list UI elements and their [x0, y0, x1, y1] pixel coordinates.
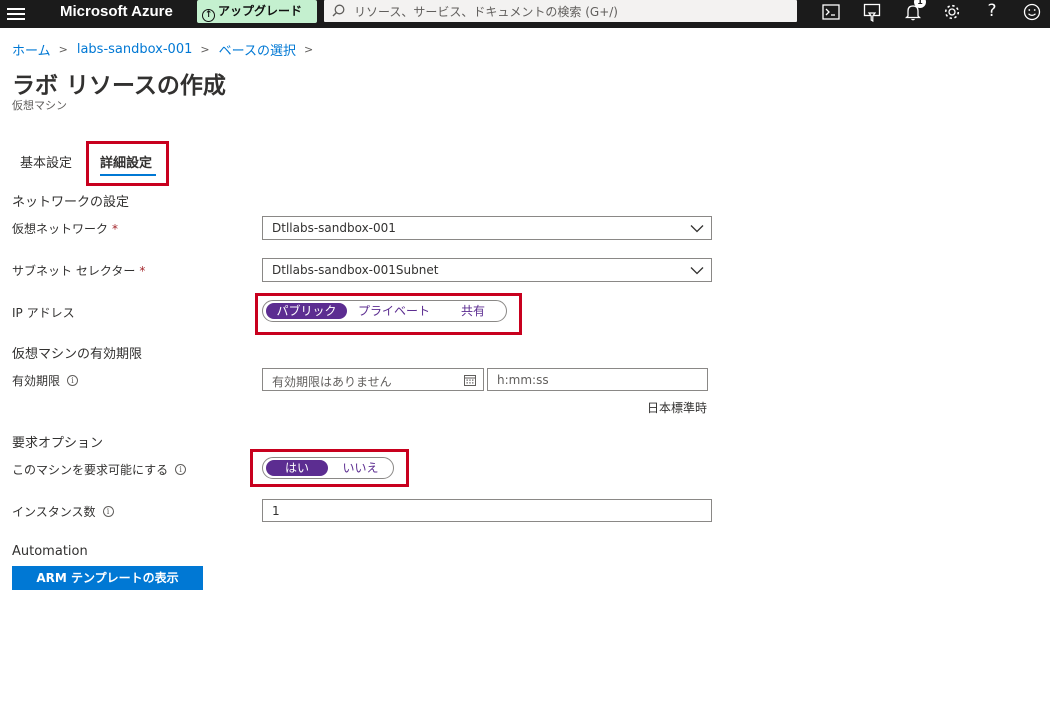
claim-section-title: 要求オプション [12, 436, 104, 451]
notifications-icon[interactable]: 1 [899, 0, 927, 28]
claimable-label-text: このマシンを要求可能にする [12, 463, 169, 477]
breadcrumb: ホーム > labs-sandbox-001 > ベースの選択 > [12, 40, 322, 59]
cloud-shell-icon[interactable] [817, 0, 845, 28]
subnet-value: Dtllabs-sandbox-001Subnet [272, 263, 439, 277]
upgrade-label: アップグレード [218, 4, 303, 18]
tab-basic-settings[interactable]: 基本設定 [20, 152, 72, 171]
calendar-icon[interactable] [464, 374, 476, 386]
expiration-section-title: 仮想マシンの有効期限 [12, 347, 143, 362]
top-bar: Microsoft Azure ↑ アップグレード リソース、サービス、ドキュメン… [0, 0, 1050, 28]
arrow-up-circle-icon: ↑ [202, 9, 215, 22]
timezone-label: 日本標準時 [647, 401, 708, 415]
highlight-box-claimable [250, 449, 409, 487]
subnet-label: サブネット セレクター * [12, 262, 145, 279]
brand-title[interactable]: Microsoft Azure [60, 3, 173, 20]
view-arm-template-button[interactable]: ARM テンプレートの表示 [12, 566, 203, 590]
expiration-date-placeholder: 有効期限はありません [272, 375, 392, 389]
info-icon[interactable]: i [67, 375, 79, 386]
expiration-date-input[interactable]: 有効期限はありません [262, 368, 484, 391]
network-section-title: ネットワークの設定 [12, 195, 130, 210]
chevron-right-icon: > [58, 43, 68, 56]
chevron-right-icon: > [303, 43, 314, 56]
expiration-label: 有効期限 i [12, 372, 79, 389]
breadcrumb-home[interactable]: ホーム [12, 40, 51, 59]
hamburger-menu-icon[interactable] [7, 5, 25, 23]
vnet-label: 仮想ネットワーク * [12, 220, 118, 237]
subnet-dropdown[interactable]: Dtllabs-sandbox-001Subnet [262, 258, 712, 282]
vnet-label-text: 仮想ネットワーク [12, 222, 109, 236]
vnet-dropdown[interactable]: Dtllabs-sandbox-001 [262, 216, 712, 240]
feedback-smiley-icon[interactable] [1018, 0, 1046, 28]
instance-count-input[interactable]: 1 [262, 499, 712, 522]
chevron-down-icon [690, 225, 704, 233]
chevron-down-icon [690, 267, 704, 275]
subnet-label-text: サブネット セレクター [12, 264, 136, 278]
page-subtitle: 仮想マシン [12, 99, 67, 112]
expiration-label-text: 有効期限 [12, 374, 61, 388]
info-icon[interactable]: i [102, 506, 114, 517]
instance-count-label-text: インスタンス数 [12, 505, 96, 519]
highlight-box-tab [86, 141, 169, 186]
help-icon[interactable]: ? [978, 0, 1006, 28]
instance-count-value: 1 [272, 504, 280, 518]
ip-address-label: IP アドレス [12, 306, 75, 320]
vnet-value: Dtllabs-sandbox-001 [272, 221, 396, 235]
search-icon [332, 4, 345, 17]
expiration-time-input[interactable]: h:mm:ss [487, 368, 708, 391]
instance-count-label: インスタンス数 i [12, 503, 114, 520]
search-placeholder: リソース、サービス、ドキュメントの検索 (G+/) [354, 5, 618, 19]
claimable-label: このマシンを要求可能にする i [12, 461, 187, 478]
automation-section-title: Automation [12, 544, 88, 559]
highlight-box-ip [255, 293, 522, 335]
settings-gear-icon[interactable] [938, 0, 966, 28]
upgrade-button[interactable]: ↑ アップグレード [197, 0, 317, 23]
required-marker: * [112, 221, 119, 236]
directory-filter-icon[interactable] [858, 0, 886, 28]
info-icon[interactable]: i [175, 464, 187, 475]
page-title: ラボ リソースの作成 [12, 73, 226, 99]
notification-badge: 1 [914, 0, 926, 8]
expiration-time-placeholder: h:mm:ss [497, 373, 549, 387]
required-marker: * [139, 263, 146, 278]
breadcrumb-lab[interactable]: labs-sandbox-001 [77, 42, 193, 57]
chevron-right-icon: > [200, 43, 210, 56]
search-input[interactable]: リソース、サービス、ドキュメントの検索 (G+/) [324, 0, 797, 22]
breadcrumb-base-select[interactable]: ベースの選択 [219, 40, 296, 59]
